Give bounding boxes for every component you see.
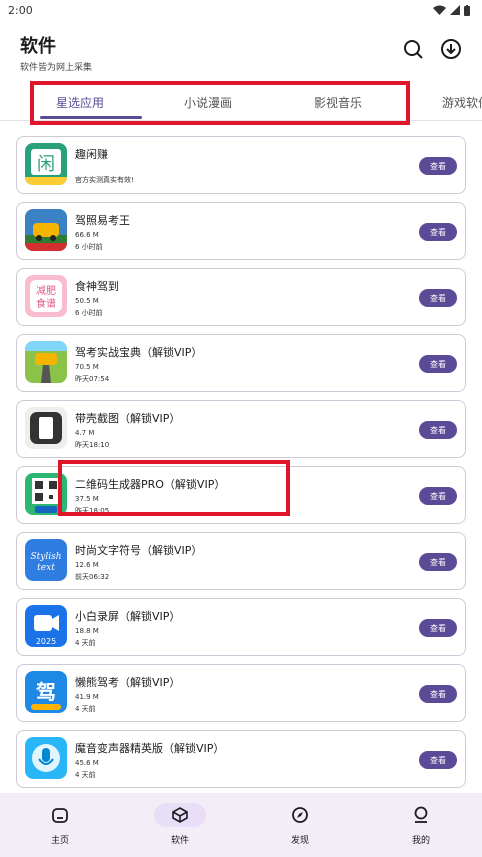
app-list: 闲 趣闲赚 官方实测真实有效! 查看 驾照易考王 66.6 M 6 小时前 查看… [16, 136, 466, 796]
app-icon: 2025 [25, 605, 67, 647]
nav-discover[interactable]: 发现 [260, 803, 340, 846]
nav-profile-label: 我的 [411, 836, 430, 846]
nav-software[interactable]: 软件 [140, 803, 220, 846]
app-name: 小白录屏（解锁VIP） [75, 610, 181, 623]
app-name: 驾照易考王 [75, 214, 130, 227]
view-button[interactable]: 查看 [419, 619, 457, 637]
status-bar: 2:00 [0, 0, 482, 20]
app-name: 食神驾到 [75, 280, 119, 293]
list-item[interactable]: 魔音变声器精英版（解锁VIP） 45.6 M 4 天前 查看 [16, 730, 466, 788]
battery-icon [464, 4, 470, 16]
nav-software-label: 软件 [170, 836, 189, 846]
app-icon [25, 341, 67, 383]
view-button[interactable]: 查看 [419, 553, 457, 571]
nav-profile[interactable]: 我的 [381, 803, 461, 846]
category-tabs: 星选应用 小说漫画 影视音乐 游戏软件 [0, 84, 482, 120]
download-icon[interactable] [440, 38, 462, 60]
svg-text:2025: 2025 [36, 637, 56, 646]
app-description: 官方实测真实有效! [75, 176, 134, 184]
app-updated: 4 天前 [75, 639, 96, 647]
app-icon: 减肥 食谱 [25, 275, 67, 317]
view-button[interactable]: 查看 [419, 289, 457, 307]
app-updated: 4 天前 [75, 771, 96, 779]
active-tab-indicator [40, 116, 142, 119]
tab-featured-apps[interactable]: 星选应用 [56, 94, 104, 111]
app-name: 趣闲赚 [75, 148, 108, 161]
list-item[interactable]: 减肥 食谱 食神驾到 50.5 M 6 小时前 查看 [16, 268, 466, 326]
bottom-navigation: 主页 软件 发现 我的 [0, 793, 482, 857]
list-item[interactable]: 驾 懒熊驾考（解锁VIP） 41.9 M 4 天前 查看 [16, 664, 466, 722]
tab-games-software[interactable]: 游戏软件 [442, 94, 482, 111]
app-icon: 闲 [25, 143, 67, 185]
app-updated: 4 天前 [75, 705, 96, 713]
app-name: 驾考实战宝典（解锁VIP） [75, 346, 203, 359]
tab-novels-comics[interactable]: 小说漫画 [184, 94, 232, 111]
list-item[interactable]: 驾考实战宝典（解锁VIP） 70.5 M 昨天07:54 查看 [16, 334, 466, 392]
view-button[interactable]: 查看 [419, 685, 457, 703]
list-item[interactable]: Stylish text 时尚文字符号（解锁VIP） 12.6 M 前天06:32… [16, 532, 466, 590]
app-name: 懒熊驾考（解锁VIP） [75, 676, 181, 689]
app-name: 带壳截图（解锁VIP） [75, 412, 181, 425]
app-icon [25, 407, 67, 449]
view-button[interactable]: 查看 [419, 751, 457, 769]
svg-text:驾: 驾 [36, 680, 56, 704]
svg-text:text: text [37, 563, 55, 573]
view-button[interactable]: 查看 [419, 157, 457, 175]
app-updated: 昨天18:10 [75, 441, 110, 449]
view-button[interactable]: 查看 [419, 223, 457, 241]
app-size: 18.8 M [75, 627, 99, 635]
app-name: 时尚文字符号（解锁VIP） [75, 544, 203, 557]
app-icon: Stylish text [25, 539, 67, 581]
view-button[interactable]: 查看 [419, 355, 457, 373]
wifi-icon [433, 5, 446, 15]
app-size: 37.5 M [75, 495, 99, 503]
app-icon: 驾 [25, 671, 67, 713]
profile-icon [395, 803, 447, 827]
nav-home[interactable]: 主页 [20, 803, 100, 846]
view-button[interactable]: 查看 [419, 487, 457, 505]
app-size: 70.5 M [75, 363, 99, 371]
cube-icon [154, 803, 206, 827]
app-size: 66.6 M [75, 231, 99, 239]
app-name: 二维码生成器PRO（解锁VIP） [75, 478, 226, 491]
app-icon [25, 209, 67, 251]
app-updated: 6 小时前 [75, 309, 103, 317]
svg-text:食谱: 食谱 [36, 297, 56, 310]
list-item[interactable]: 带壳截图（解锁VIP） 4.7 M 昨天18:10 查看 [16, 400, 466, 458]
search-icon[interactable] [402, 38, 424, 60]
list-item[interactable]: 驾照易考王 66.6 M 6 小时前 查看 [16, 202, 466, 260]
app-name: 魔音变声器精英版（解锁VIP） [75, 742, 225, 755]
tab-video-music[interactable]: 影视音乐 [314, 94, 362, 111]
nav-home-label: 主页 [50, 836, 69, 846]
svg-text:减肥: 减肥 [36, 285, 56, 297]
page-title: 软件 [20, 36, 56, 57]
app-header: 软件 软件皆为网上采集 [20, 32, 462, 73]
home-icon [34, 803, 86, 827]
page-subtitle: 软件皆为网上采集 [20, 63, 93, 73]
status-time: 2:00 [8, 3, 33, 17]
app-size: 12.6 M [75, 561, 99, 569]
signal-icon [450, 5, 460, 15]
app-updated: 6 小时前 [75, 243, 103, 251]
nav-discover-label: 发现 [290, 836, 309, 846]
status-icons [433, 4, 470, 16]
svg-text:闲: 闲 [37, 154, 55, 175]
list-item[interactable]: 2025 小白录屏（解锁VIP） 18.8 M 4 天前 查看 [16, 598, 466, 656]
app-size: 50.5 M [75, 297, 99, 305]
list-item[interactable]: 二维码生成器PRO（解锁VIP） 37.5 M 昨天18:05 查看 [16, 466, 466, 524]
app-icon [25, 473, 67, 515]
compass-icon [274, 803, 326, 827]
svg-text:Stylish: Stylish [30, 552, 61, 562]
app-updated: 昨天18:05 [75, 507, 110, 515]
app-size: 45.6 M [75, 759, 99, 767]
app-updated: 昨天07:54 [75, 375, 110, 383]
app-icon [25, 737, 67, 779]
app-size: 4.7 M [75, 429, 95, 437]
tabs-divider [0, 120, 482, 121]
app-size: 41.9 M [75, 693, 99, 701]
app-updated: 前天06:32 [75, 573, 110, 581]
list-item[interactable]: 闲 趣闲赚 官方实测真实有效! 查看 [16, 136, 466, 194]
view-button[interactable]: 查看 [419, 421, 457, 439]
